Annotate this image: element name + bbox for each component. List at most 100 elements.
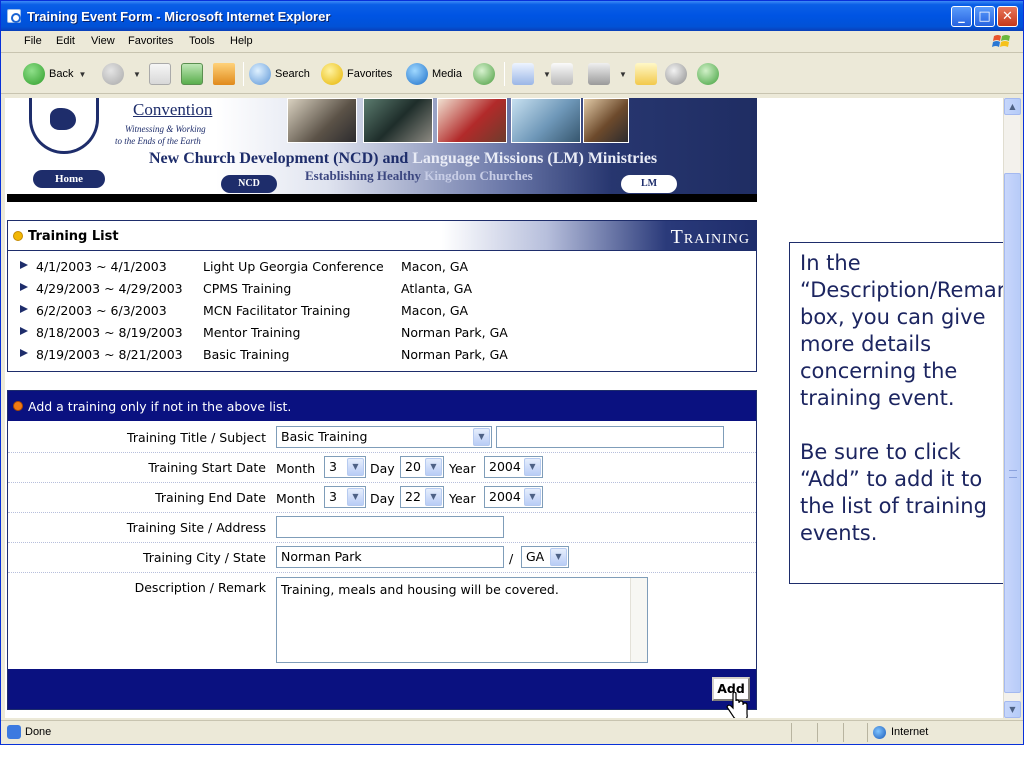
ministry-title: New Church Development (NCD) and Languag… [149,150,657,168]
end-year-select[interactable]: 2004 ▼ [484,486,543,508]
end-date-label: Training End Date [155,490,266,505]
chevron-down-icon: ▼ [529,462,536,471]
menu-favorites[interactable]: Favorites [128,35,173,47]
site-input[interactable] [276,516,504,538]
standard-toolbar: Back ▼ ▼ Search Favorites Media ▼ ▼ [1,54,1023,94]
event-location: Macon, GA [401,303,469,318]
start-year-select[interactable]: 2004 ▼ [484,456,543,478]
media-button[interactable]: Media [406,62,462,86]
internet-zone-icon [873,726,886,739]
scroll-up-button[interactable]: ▲ [1004,98,1021,115]
list-item[interactable]: 8/18/2003 ~ 8/19/2003 Mentor Training No… [20,323,750,345]
end-day-select[interactable]: 22 ▼ [400,486,444,508]
chevron-down-icon: ▼ [430,462,437,471]
close-icon: ✕ [1002,9,1013,24]
stop-button[interactable] [149,62,175,86]
start-day-value: 20 [405,459,421,474]
vertical-scrollbar[interactable]: ▲ ▼ [1003,98,1021,718]
event-name: Mentor Training [203,325,301,340]
window-title: Training Event Form - Microsoft Internet… [27,9,331,24]
scroll-down-button[interactable]: ▼ [1004,701,1021,718]
convention-subtitle: Witnessing & Working [125,124,206,134]
start-month-select[interactable]: 3 ▼ [324,456,366,478]
forward-arrow-icon [102,63,124,85]
day-label: Day [370,491,395,506]
site-row: Training Site / Address [8,513,756,543]
title-select-value: Basic Training [281,429,368,444]
title-bar: Training Event Form - Microsoft Internet… [1,1,1023,31]
discuss-button[interactable] [635,62,661,86]
ncd-link[interactable]: NCD [221,175,277,193]
tagline: Establishing Healthy Kingdom Churches [305,168,533,184]
list-item[interactable]: 4/1/2003 ~ 4/1/2003 Light Up Georgia Con… [20,257,750,279]
mail-button[interactable]: ▼ [512,62,551,86]
back-button[interactable]: Back ▼ [23,62,86,86]
history-icon [473,63,495,85]
training-list-title: Training List [28,229,119,244]
lm-link[interactable]: LM [621,175,677,193]
month-label: Month [276,491,316,506]
menu-help[interactable]: Help [230,35,253,47]
banner-photo [583,98,629,143]
list-item[interactable]: 8/19/2003 ~ 8/21/2003 Basic Training Nor… [20,345,750,367]
event-location: Norman Park, GA [401,347,508,362]
city-state-label: Training City / State [142,550,266,565]
start-day-select[interactable]: 20 ▼ [400,456,444,478]
ie-window: Training Event Form - Microsoft Internet… [0,0,1024,745]
end-month-select[interactable]: 3 ▼ [324,486,366,508]
year-label: Year [449,461,476,476]
list-item[interactable]: 6/2/2003 ~ 6/3/2003 MCN Facilitator Trai… [20,301,750,323]
city-state-separator: / [509,551,514,566]
home-button[interactable] [213,62,239,86]
media-icon [406,63,428,85]
menu-edit[interactable]: Edit [56,35,75,47]
chevron-down-icon: ▼ [430,492,437,501]
list-item[interactable]: 4/29/2003 ~ 4/29/2003 CPMS Training Atla… [20,279,750,301]
minimize-button[interactable]: _ [951,6,972,27]
forward-button[interactable]: ▼ [102,62,141,86]
note-icon [635,63,657,85]
edit-button[interactable]: ▼ [588,62,627,86]
banner-photo [437,98,507,143]
menu-view[interactable]: View [91,35,115,47]
refresh-button[interactable] [181,62,207,86]
start-year-value: 2004 [489,459,521,474]
training-list-header: Training List Training [8,221,756,251]
close-button[interactable]: ✕ [997,6,1018,27]
month-label: Month [276,461,316,476]
scroll-thumb[interactable] [1004,173,1021,693]
print-icon [551,63,573,85]
chevron-down-icon: ▼ [352,462,359,471]
favorites-button[interactable]: Favorites [321,62,392,86]
chevron-down-icon: ▼ [555,552,562,561]
event-name: Light Up Georgia Conference [203,259,384,274]
state-select[interactable]: GA ▼ [521,546,569,568]
media-label: Media [432,68,462,80]
print-button[interactable] [551,62,577,86]
menu-file[interactable]: File [24,35,42,47]
history-button[interactable] [473,62,499,86]
textarea-scrollbar[interactable] [630,578,647,662]
chevron-down-icon: ▼ [1009,705,1016,714]
windows-logo-icon [992,35,1010,47]
title-other-input[interactable] [496,426,724,448]
arrow-bullet-icon [20,283,28,291]
menu-tools[interactable]: Tools [189,35,215,47]
chat-icon [665,63,687,85]
ie-logo-icon [7,9,21,23]
maximize-button[interactable]: □ [974,6,995,27]
callout-paragraph: Be sure to click “Add” to add it to the … [800,440,987,545]
description-textarea[interactable]: Training, meals and housing will be cove… [276,577,648,663]
edit-icon [588,63,610,85]
event-location: Macon, GA [401,259,469,274]
home-link[interactable]: Home [33,170,105,188]
contacts-button[interactable] [697,62,723,86]
event-location: Atlanta, GA [401,281,473,296]
search-button[interactable]: Search [249,62,310,86]
day-label: Day [370,461,395,476]
city-input[interactable]: Norman Park [276,546,504,568]
event-date: 4/1/2003 ~ 4/1/2003 [36,259,167,274]
messenger-button[interactable] [665,62,691,86]
title-select[interactable]: Basic Training ▼ [276,426,492,448]
start-date-label: Training Start Date [148,460,266,475]
